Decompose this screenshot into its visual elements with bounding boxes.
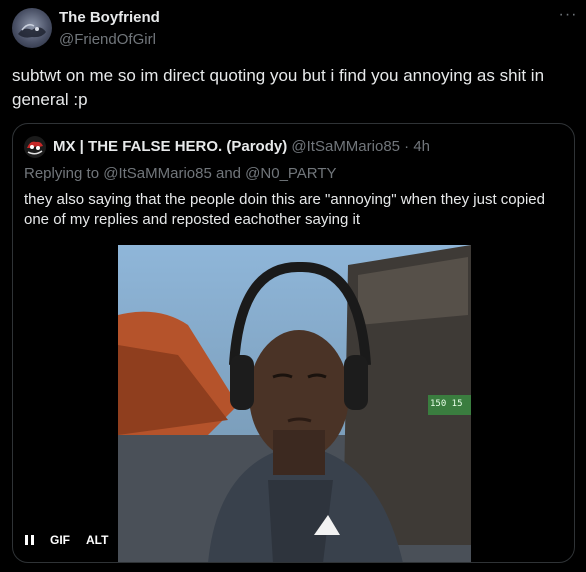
more-icon[interactable]: ··· — [557, 6, 579, 28]
score-overlay: 150 15 — [430, 399, 463, 409]
avatar-image — [18, 23, 46, 38]
author-avatar[interactable] — [12, 8, 52, 48]
author-name[interactable]: The Boyfriend — [59, 9, 160, 26]
gif-controls: GIF ALT — [19, 527, 115, 553]
author-handle[interactable]: @FriendOfGirl — [59, 31, 156, 48]
pause-button[interactable] — [19, 529, 40, 551]
alt-button[interactable]: ALT — [80, 529, 115, 551]
quoted-media-gif[interactable]: 150 15 — [118, 245, 471, 562]
quoted-header: MX | THE FALSE HERO. (Parody) @ItSaMMari… — [53, 138, 430, 155]
quoted-tweet[interactable]: MX | THE FALSE HERO. (Parody) @ItSaMMari… — [12, 123, 575, 563]
quoted-author-avatar[interactable] — [24, 136, 46, 158]
pause-icon — [25, 529, 34, 551]
tweet-text: subtwt on me so im direct quoting you bu… — [12, 66, 545, 109]
quoted-author-name[interactable]: MX | THE FALSE HERO. (Parody) — [53, 138, 287, 155]
gif-frame-image — [118, 245, 471, 562]
quoted-text: they also saying that the people doin th… — [24, 191, 545, 228]
quoted-reply-context: Replying to @ItSaMMario85 and @N0_PARTY — [24, 165, 337, 182]
mario-avatar — [27, 141, 43, 155]
quoted-meta[interactable]: @ItSaMMario85 · 4h — [291, 138, 430, 155]
gif-badge[interactable]: GIF — [44, 529, 76, 551]
